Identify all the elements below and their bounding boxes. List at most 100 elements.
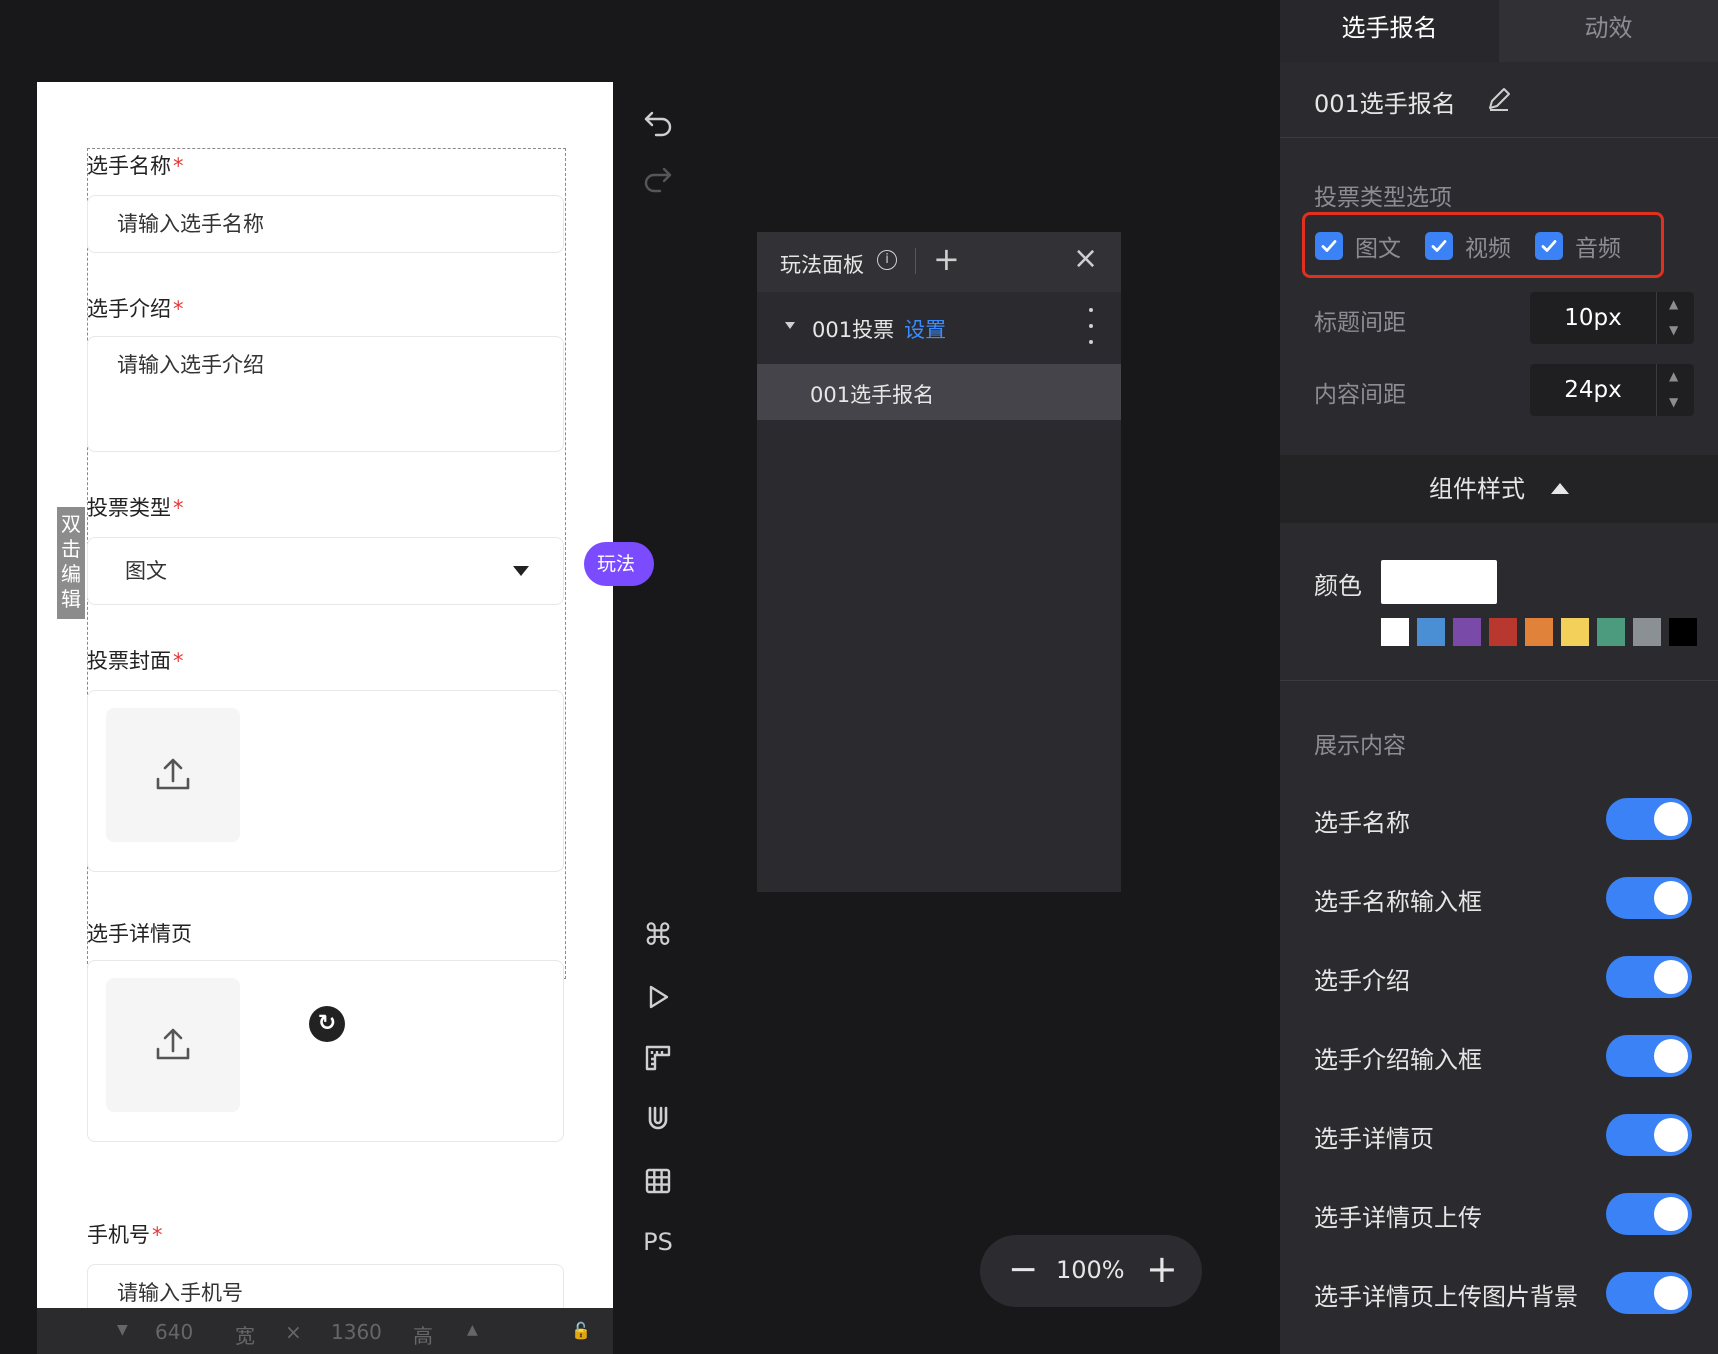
toggle-switch[interactable] xyxy=(1606,877,1692,919)
player-detail-upload-button[interactable] xyxy=(106,978,240,1112)
toggle-knob xyxy=(1654,1118,1688,1152)
caret-up-icon[interactable]: ▲ xyxy=(467,1322,478,1338)
color-label: 颜色 xyxy=(1314,572,1362,600)
play-tree-item-vote[interactable]: 001投票 设置 xyxy=(757,292,1121,364)
spinner-up-icon[interactable]: ▲ xyxy=(1669,369,1678,383)
canvas-width-unit: 宽 xyxy=(235,1324,255,1348)
color-swatch[interactable] xyxy=(1525,618,1553,646)
toggle-row: 选手详情页上传图片背景 xyxy=(1280,1267,1718,1317)
player-intro-textarea[interactable]: 请输入选手介绍 xyxy=(87,336,564,452)
play-tag-button[interactable]: 玩法 xyxy=(584,542,654,586)
vote-cover-upload-area xyxy=(87,690,564,872)
canvas-height-unit: 高 xyxy=(413,1324,433,1348)
toggle-switch[interactable] xyxy=(1606,798,1692,840)
canvas-width-value[interactable]: 640 xyxy=(155,1320,193,1344)
toggle-label: 选手详情页上传图片背景 xyxy=(1314,1283,1578,1311)
color-swatch[interactable] xyxy=(1633,618,1661,646)
color-swatch[interactable] xyxy=(1489,618,1517,646)
ruler-icon[interactable] xyxy=(641,1041,675,1075)
toggle-knob xyxy=(1654,802,1688,836)
toggle-knob xyxy=(1654,881,1688,915)
spinner-down-icon[interactable]: ▼ xyxy=(1669,395,1678,409)
toggle-row: 选手详情页 xyxy=(1280,1109,1718,1159)
edit-pencil-icon[interactable] xyxy=(1484,84,1514,114)
play-tree-item-signup[interactable]: 001选手报名 xyxy=(757,364,1121,420)
play-panel-title: 玩法面板 xyxy=(780,253,864,277)
collapse-triangle-icon[interactable] xyxy=(1551,482,1569,494)
player-detail-label: 选手详情页 xyxy=(87,922,192,946)
zoom-out-button[interactable]: − xyxy=(1008,1250,1038,1290)
checkbox-image-text[interactable]: 图文 xyxy=(1315,231,1401,262)
toggle-switch[interactable] xyxy=(1606,956,1692,998)
title-spacing-input[interactable]: 10px ▲ ▼ xyxy=(1530,292,1694,344)
player-intro-label: 选手介绍* xyxy=(87,297,184,321)
undo-icon[interactable] xyxy=(641,106,675,140)
toggle-knob xyxy=(1654,1276,1688,1310)
color-swatch[interactable] xyxy=(1453,618,1481,646)
player-name-label: 选手名称* xyxy=(87,154,184,178)
tab-player-signup[interactable]: 选手报名 xyxy=(1280,0,1499,62)
phone-canvas[interactable]: 选手名称* 请输入选手名称 选手介绍* 请输入选手介绍 投票类型* 图文 投票封… xyxy=(37,82,613,1308)
preview-play-icon[interactable] xyxy=(641,980,675,1014)
color-swatch[interactable] xyxy=(1597,618,1625,646)
upload-icon xyxy=(156,1028,190,1060)
canvas-size-bar: ▼ 640 宽 × 1360 高 ▲ 🔓 xyxy=(37,1308,613,1354)
toggle-switch[interactable] xyxy=(1606,1193,1692,1235)
spinner-down-icon[interactable]: ▼ xyxy=(1669,323,1678,337)
vote-cover-upload-button[interactable] xyxy=(106,708,240,842)
checkmark-icon xyxy=(1425,232,1453,260)
color-swatch[interactable] xyxy=(1669,618,1697,646)
close-icon[interactable]: × xyxy=(1073,241,1098,277)
component-style-header[interactable]: 组件样式 xyxy=(1280,455,1718,523)
caret-down-icon[interactable]: ▼ xyxy=(117,1322,128,1338)
checkbox-video[interactable]: 视频 xyxy=(1425,231,1511,262)
header-divider xyxy=(915,248,916,274)
checkmark-icon xyxy=(1535,232,1563,260)
toggle-row: 选手名称 xyxy=(1280,793,1718,843)
command-icon[interactable]: ⌘ xyxy=(641,918,675,953)
color-swatch[interactable] xyxy=(1417,618,1445,646)
play-panel-header: 玩法面板 i + × xyxy=(757,232,1121,292)
more-options-icon[interactable] xyxy=(1089,308,1095,344)
double-click-edit-tag[interactable]: 双击编辑 xyxy=(57,507,85,619)
spinner-up-icon[interactable]: ▲ xyxy=(1669,297,1678,311)
lock-icon[interactable]: 🔓 xyxy=(571,1321,591,1340)
rotate-handle-icon[interactable]: ↻ xyxy=(309,1006,345,1042)
toggle-switch[interactable] xyxy=(1606,1035,1692,1077)
color-swatch[interactable] xyxy=(1561,618,1589,646)
toggle-label: 选手详情页 xyxy=(1314,1125,1434,1153)
spinner[interactable]: ▲ ▼ xyxy=(1656,364,1694,416)
phone-input[interactable]: 请输入手机号 xyxy=(87,1264,564,1308)
vote-type-section-label: 投票类型选项 xyxy=(1314,185,1452,211)
phone-label: 手机号* xyxy=(87,1223,163,1247)
canvas-height-value[interactable]: 1360 xyxy=(331,1320,382,1344)
toggle-switch[interactable] xyxy=(1606,1114,1692,1156)
add-icon[interactable]: + xyxy=(933,241,960,277)
zoom-in-button[interactable]: + xyxy=(1146,1248,1178,1290)
vote-type-label: 投票类型* xyxy=(87,496,184,520)
zoom-level: 100% xyxy=(1056,1256,1125,1284)
toggle-row: 选手名称输入框 xyxy=(1280,872,1718,922)
toggle-switch[interactable] xyxy=(1606,1272,1692,1314)
toggle-label: 选手名称输入框 xyxy=(1314,888,1482,916)
toggle-knob xyxy=(1654,1039,1688,1073)
upload-icon xyxy=(156,758,190,790)
component-name: 001选手报名 xyxy=(1314,90,1456,118)
vote-type-options: 图文 视频 音频 xyxy=(1302,212,1664,278)
info-icon[interactable]: i xyxy=(877,250,897,270)
player-name-input[interactable]: 请输入选手名称 xyxy=(87,195,564,253)
vote-type-select[interactable]: 图文 xyxy=(87,537,564,605)
magnet-icon[interactable] xyxy=(641,1102,675,1136)
ps-import-button[interactable]: PS xyxy=(641,1225,675,1259)
checkbox-audio[interactable]: 音频 xyxy=(1535,231,1621,262)
toggle-row: 选手详情页上传 xyxy=(1280,1188,1718,1238)
settings-link[interactable]: 设置 xyxy=(904,318,946,342)
content-spacing-input[interactable]: 24px ▲ ▼ xyxy=(1530,364,1694,416)
caret-down-icon[interactable] xyxy=(785,322,795,329)
redo-icon[interactable] xyxy=(641,162,675,196)
color-swatch[interactable] xyxy=(1381,618,1409,646)
grid-icon[interactable] xyxy=(641,1164,675,1198)
tab-animation[interactable]: 动效 xyxy=(1499,0,1718,62)
current-color-swatch[interactable] xyxy=(1381,560,1497,604)
spinner[interactable]: ▲ ▼ xyxy=(1656,292,1694,344)
